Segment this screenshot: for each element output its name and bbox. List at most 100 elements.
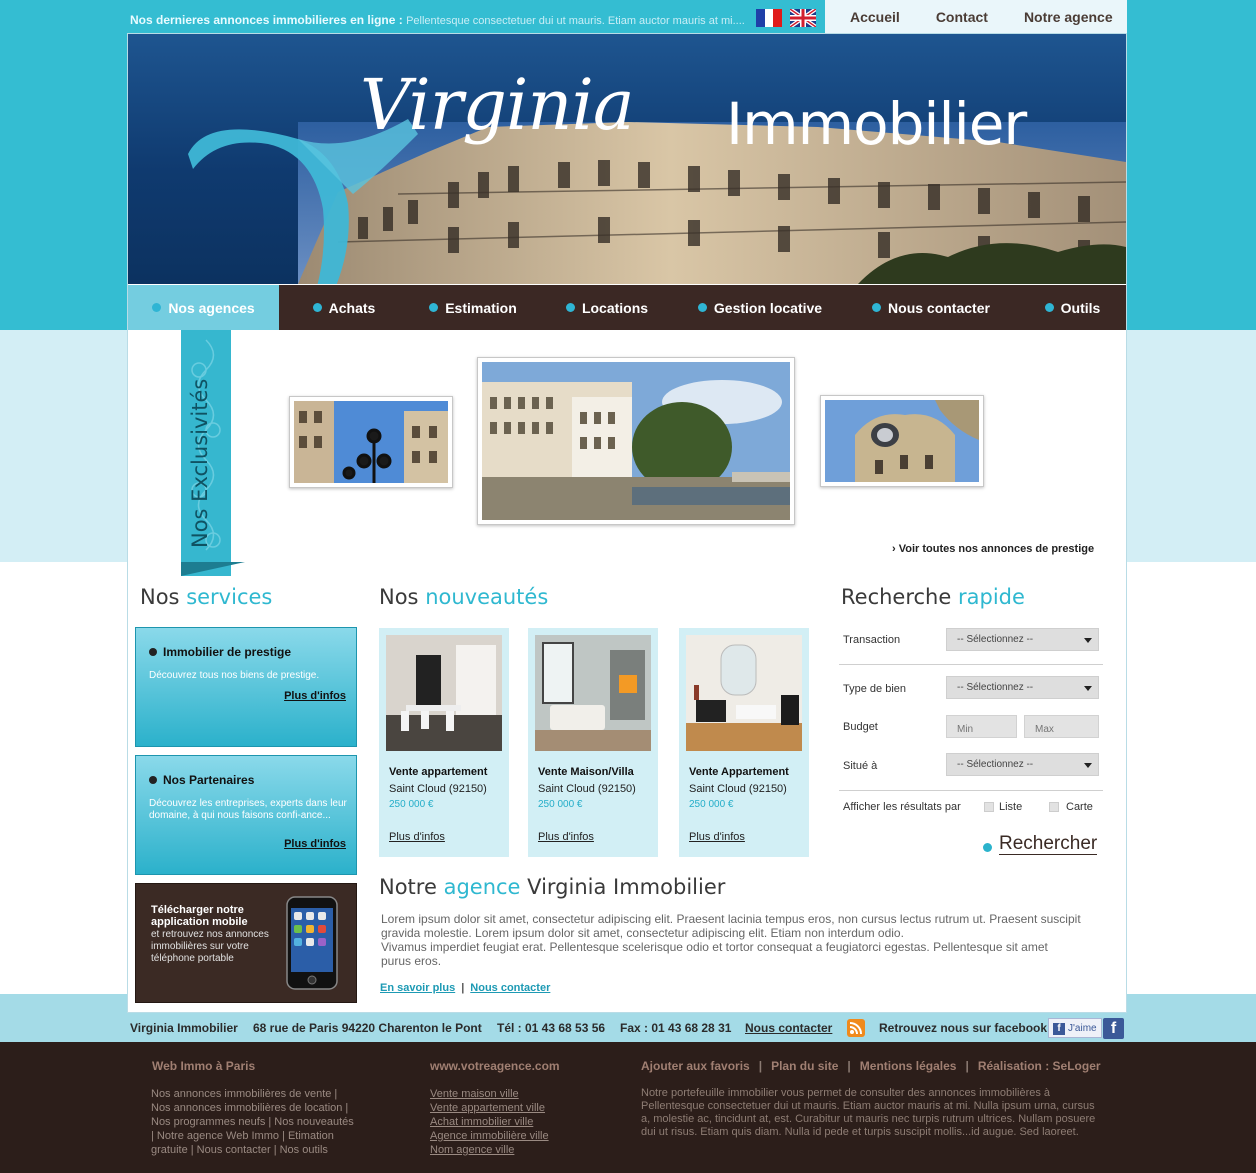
footer-link[interactable]: Achat immobilier ville: [430, 1116, 533, 1128]
exclusivite-thumb-main[interactable]: [477, 357, 795, 525]
transaction-select[interactable]: -- Sélectionnez --: [946, 628, 1099, 651]
listing-more-link[interactable]: Plus d'infos: [689, 831, 745, 843]
footer-link[interactable]: Vente appartement ville: [430, 1102, 545, 1114]
situe-select[interactable]: -- Sélectionnez --: [946, 753, 1099, 776]
mainnav-achats[interactable]: Achats: [279, 285, 409, 330]
footer-link-line[interactable]: | Notre agence Web Immo | Etimation: [151, 1129, 361, 1143]
mainnav-gestion-locative[interactable]: Gestion locative: [677, 285, 843, 330]
budget-label: Budget: [843, 721, 878, 733]
service-title-text: Immobilier de prestige: [163, 645, 292, 659]
logo-plain-text: Immobilier: [726, 90, 1027, 158]
budget-min-input[interactable]: [946, 715, 1017, 738]
select-value: -- Sélectionnez --: [957, 634, 1034, 645]
budget-max-input[interactable]: [1024, 715, 1099, 738]
footer-favoris-link[interactable]: Ajouter aux favoris: [641, 1059, 750, 1073]
news-ticker[interactable]: Nos dernieres annonces immobilieres en l…: [130, 13, 745, 27]
bullet-icon: [565, 303, 575, 312]
service-more-link[interactable]: Plus d'infos: [284, 838, 346, 850]
rechercher-button[interactable]: Rechercher: [983, 834, 1098, 855]
title-accent: agence: [443, 875, 521, 899]
footer-mentions-link[interactable]: Mentions légales: [860, 1059, 957, 1073]
agence-title: Notre agence Virginia Immobilier: [379, 875, 725, 899]
service-more-link[interactable]: Plus d'infos: [284, 690, 346, 702]
footer-link-line[interactable]: gratuite | Nous contacter | Nos outils: [151, 1143, 361, 1157]
footer-link[interactable]: Vente maison ville: [430, 1088, 519, 1100]
services-title: Nos services: [140, 585, 272, 609]
service-box-prestige[interactable]: Immobilier de prestige Découvrez tous no…: [135, 627, 357, 747]
type-label: Type de bien: [843, 683, 906, 695]
listing-card-2[interactable]: Vente Maison/Villa Saint Cloud (92150) 2…: [528, 628, 658, 857]
footer-link[interactable]: Agence immobilière ville: [430, 1130, 549, 1142]
listing-title: Vente appartement: [389, 766, 488, 778]
listing-more-link[interactable]: Plus d'infos: [538, 831, 594, 843]
service-box-partenaires[interactable]: Nos Partenaires Découvrez les entreprise…: [135, 755, 357, 875]
nous-contacter-footer-link[interactable]: Nous contacter: [745, 1021, 832, 1035]
flag-uk-icon[interactable]: [790, 9, 816, 27]
footer-link-line[interactable]: Nos programmes neufs | Nos nouveautés: [151, 1115, 361, 1129]
ticker-text[interactable]: Pellentesque consectetuer dui ut mauris.…: [406, 15, 745, 27]
footer-col1-title: Web Immo à Paris: [152, 1059, 256, 1073]
list-checkbox[interactable]: [984, 802, 994, 812]
type-select[interactable]: -- Sélectionnez --: [946, 676, 1099, 699]
footer-link-line[interactable]: Nos annonces immobilières de vente |: [151, 1087, 361, 1101]
nous-contacter-link[interactable]: Nous contacter: [470, 982, 550, 994]
agence-links: En savoir plus | Nous contacter: [380, 982, 550, 994]
agence-paragraph: Vivamus imperdiet feugiat erat. Pellente…: [381, 940, 1048, 968]
exclusivite-photo-3: [825, 400, 979, 482]
footer-description: Notre portefeuille immobilier vous perme…: [641, 1087, 1096, 1138]
bullet-icon: [1044, 303, 1054, 312]
exclusivite-photo-main: [482, 362, 790, 520]
exclusivite-thumb-1[interactable]: [289, 396, 453, 488]
prestige-link[interactable]: › Voir toutes nos annonces de prestige: [892, 543, 1094, 555]
footer-nav: Ajouter aux favoris | Plan du site | Mention…: [641, 1059, 1101, 1073]
nav-accueil[interactable]: Accueil: [850, 9, 900, 25]
footer-link[interactable]: Nom agence ville: [430, 1144, 514, 1156]
footer-plan-link[interactable]: Plan du site: [771, 1059, 838, 1073]
footer-realisation-link[interactable]: Réalisation : SeLoger: [978, 1059, 1101, 1073]
service-desc: Découvrez tous nos biens de prestige.: [149, 670, 320, 681]
mainnav-nos-agences[interactable]: Nos agences: [128, 285, 279, 330]
listing-price: 250 000 €: [389, 799, 434, 810]
listing-price: 250 000 €: [689, 799, 734, 810]
bullet-icon: [872, 303, 882, 312]
agence-paragraph: Lorem ipsum dolor sit amet, consectetur …: [381, 912, 1081, 940]
facebook-like-button[interactable]: f J'aime: [1048, 1018, 1102, 1038]
listing-photo-1: [386, 635, 502, 751]
main-navigation: Nos agences Achats Estimation Locations …: [128, 285, 1126, 330]
company-fax: Fax : 01 43 68 28 31: [620, 1021, 732, 1035]
exclusivite-thumb-3[interactable]: [820, 395, 984, 487]
nav-contact[interactable]: Contact: [936, 9, 988, 25]
separator: |: [758, 1059, 763, 1073]
listing-card-1[interactable]: Vente appartement Saint Cloud (92150) 25…: [379, 628, 509, 857]
mainnav-nous-contacter[interactable]: Nous contacter: [843, 285, 1019, 330]
map-option-label: Carte: [1066, 801, 1093, 813]
mainnav-outils[interactable]: Outils: [1019, 285, 1126, 330]
company-address: 68 rue de Paris 94220 Charenton le Pont: [253, 1021, 482, 1035]
like-label: J'aime: [1068, 1023, 1097, 1034]
bullet-icon: [149, 776, 157, 784]
ribbon-fold: [181, 562, 245, 576]
map-checkbox[interactable]: [1049, 802, 1059, 812]
mainnav-locations[interactable]: Locations: [537, 285, 677, 330]
nav-notre-agence[interactable]: Notre agence: [1024, 9, 1113, 25]
mobile-app-box[interactable]: Télécharger notre application mobile et …: [135, 883, 357, 1003]
en-savoir-plus-link[interactable]: En savoir plus: [380, 982, 455, 994]
footer-link-line[interactable]: Nos annonces immobilières de location |: [151, 1101, 361, 1115]
logo-script-text: Virginia: [360, 64, 635, 146]
company-tel: Tél : 01 43 68 53 56: [497, 1021, 606, 1035]
company-name: Virginia Immobilier: [130, 1021, 238, 1035]
listing-location: Saint Cloud (92150): [689, 783, 787, 795]
rss-icon[interactable]: [847, 1019, 865, 1037]
chevron-down-icon: [1084, 763, 1092, 768]
listing-card-3[interactable]: Vente Appartement Saint Cloud (92150) 25…: [679, 628, 809, 857]
bullet-icon: [149, 648, 157, 656]
listing-more-link[interactable]: Plus d'infos: [389, 831, 445, 843]
facebook-text: Retrouvez nous sur facebook: [879, 1021, 1048, 1035]
facebook-icon[interactable]: f: [1103, 1018, 1124, 1039]
footer-col1-links: Nos annonces immobilières de vente | Nos…: [151, 1087, 361, 1157]
bullet-icon: [697, 303, 707, 312]
mainnav-estimation[interactable]: Estimation: [409, 285, 537, 330]
divider: [839, 664, 1103, 665]
flag-fr-icon[interactable]: [756, 9, 782, 27]
bullet-icon: [429, 303, 439, 312]
